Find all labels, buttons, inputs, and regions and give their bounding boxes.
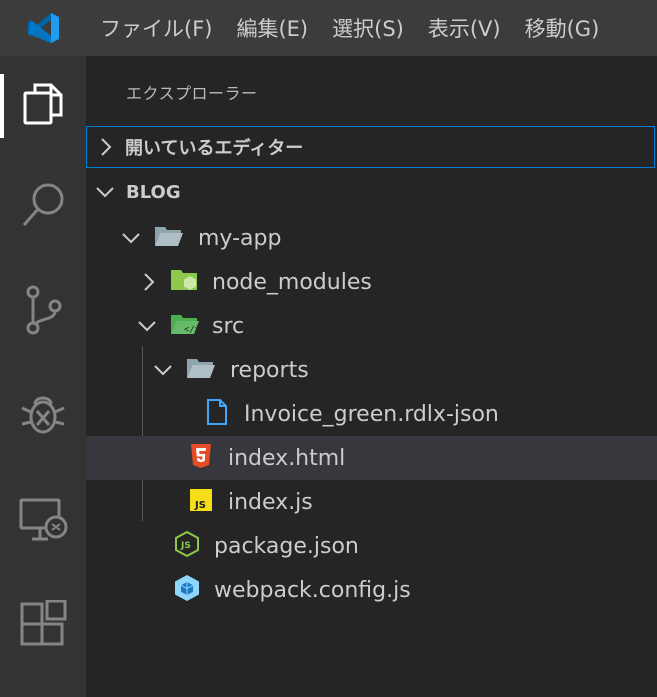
src-folder-icon: </> — [170, 312, 201, 340]
svg-text:JS: JS — [194, 500, 206, 511]
tree-item-label: reports — [230, 357, 309, 383]
source-control-icon — [23, 284, 63, 340]
tree-item-invoice-file[interactable]: Invoice_green.rdlx-json — [86, 392, 657, 436]
remote-explorer-icon — [18, 497, 68, 547]
extensions-icon — [19, 599, 67, 652]
tree-item-label: index.html — [228, 445, 346, 471]
tree-item-src[interactable]: </> src — [86, 304, 657, 348]
javascript-icon: JS — [190, 489, 212, 515]
menu-go[interactable]: 移動(G) — [513, 0, 612, 56]
svg-text:</>: </> — [184, 325, 200, 335]
workspace-folder-section[interactable]: BLOG — [86, 170, 657, 214]
folder-open-icon — [186, 356, 216, 384]
tree-item-label: my-app — [198, 225, 282, 251]
menu-edit[interactable]: 編集(E) — [224, 0, 320, 56]
chevron-right-icon — [138, 271, 160, 293]
source-control-button[interactable] — [0, 262, 86, 362]
tree-item-index-html[interactable]: index.html — [86, 436, 657, 480]
webpack-icon — [174, 574, 200, 606]
chevron-down-icon — [120, 227, 142, 249]
menu-file[interactable]: ファイル(F) — [88, 0, 224, 56]
node-folder-icon — [170, 267, 200, 297]
chevron-right-icon — [95, 136, 117, 158]
search-button[interactable] — [0, 158, 86, 258]
workspace-folder-label: BLOG — [126, 181, 181, 203]
menu-view[interactable]: 表示(V) — [416, 0, 513, 56]
html5-icon — [190, 443, 212, 473]
tree-item-webpack-config[interactable]: webpack.config.js — [86, 568, 657, 612]
open-editors-section[interactable]: 開いているエディター — [86, 126, 655, 168]
activity-bar — [0, 56, 86, 697]
debug-icon — [19, 390, 67, 442]
tree-item-package-json[interactable]: JS package.json — [86, 524, 657, 568]
chevron-down-icon — [94, 181, 116, 203]
sidebar-title: エクスプローラー — [126, 84, 258, 103]
files-icon — [21, 81, 65, 131]
tree-item-label: Invoice_green.rdlx-json — [244, 401, 499, 427]
explorer-sidebar: エクスプローラー 開いているエディター BLOG my-app node_mod… — [86, 56, 657, 697]
chevron-down-icon — [152, 359, 174, 381]
tree-item-my-app[interactable]: my-app — [86, 216, 657, 260]
tree-item-label: index.js — [228, 489, 313, 515]
menu-selection[interactable]: 選択(S) — [320, 0, 416, 56]
tree-item-reports[interactable]: reports — [86, 348, 657, 392]
tree-item-label: src — [212, 313, 245, 339]
open-editors-label: 開いているエディター — [125, 138, 304, 159]
extensions-button[interactable] — [0, 576, 86, 676]
debug-button[interactable] — [0, 366, 86, 466]
menu-bar: ファイル(F) 編集(E) 選択(S) 表示(V) 移動(G) — [0, 0, 657, 56]
vscode-logo-icon — [0, 0, 88, 56]
svg-text:JS: JS — [180, 541, 191, 551]
tree-item-label: webpack.config.js — [214, 577, 411, 603]
chevron-down-icon — [136, 315, 158, 337]
explorer-button[interactable] — [0, 56, 86, 156]
tree-item-index-js[interactable]: JS index.js — [86, 480, 657, 524]
remote-explorer-button[interactable] — [0, 472, 86, 572]
tree-item-label: node_modules — [212, 269, 372, 295]
file-icon — [206, 399, 228, 429]
tree-item-label: package.json — [214, 533, 359, 559]
folder-open-icon — [154, 224, 184, 252]
nodejs-icon: JS — [174, 530, 200, 562]
search-icon — [20, 181, 66, 235]
tree-item-node-modules[interactable]: node_modules — [86, 260, 657, 304]
